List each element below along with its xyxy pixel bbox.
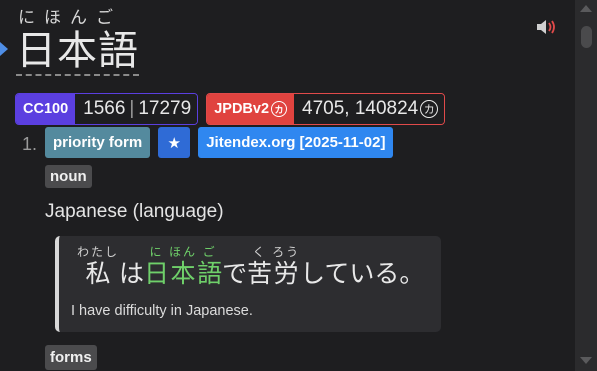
tag-priority-form[interactable]: priority form <box>45 127 151 158</box>
example-segment-reading <box>300 245 424 259</box>
circled-ka-icon: カ <box>271 101 288 117</box>
frequency-row: CC100 1566 | 17279 JPDBv2 カ 4705, 140824… <box>15 93 446 125</box>
frequency-value-primary: 4705, 140824 <box>302 98 419 119</box>
example-segment-reading <box>222 245 247 259</box>
example-segment: ろう労 <box>272 245 300 289</box>
example-segment-reading: ろう <box>272 245 301 259</box>
example-segment-text: 語 <box>197 259 223 288</box>
example-segment-reading: に <box>149 245 164 259</box>
headword-term[interactable]: 日本語 <box>16 28 139 76</box>
triangle-marker-icon <box>0 42 8 56</box>
example-segment-text: している。 <box>300 259 425 288</box>
definition-tags: priority form ★ Jitendex.org [2025-11-02… <box>45 127 394 158</box>
example-segment: は <box>119 245 144 289</box>
scroll-up-arrow-icon[interactable] <box>580 5 592 12</box>
headword-reading: にほんご <box>18 8 122 28</box>
example-segment-text: 労 <box>273 259 299 288</box>
definition-gloss: Japanese (language) <box>45 201 224 222</box>
audio-button[interactable] <box>535 17 561 37</box>
headword: にほんご 日本語 <box>16 8 139 76</box>
example-segment-text: は <box>119 259 145 288</box>
example-segment-reading: ご <box>202 245 217 259</box>
frequency-value-secondary: 17279 <box>138 98 192 119</box>
example-segment-reading: わたし <box>77 245 120 259</box>
example-segment-reading: く <box>252 245 267 259</box>
star-icon: ★ <box>167 134 181 152</box>
example-segment-text: で <box>222 259 248 288</box>
frequency-cc100[interactable]: CC100 1566 | 17279 <box>15 93 199 125</box>
frequency-separator: | <box>129 98 135 119</box>
tag-star[interactable]: ★ <box>158 127 191 158</box>
example-segment-highlight: ほん本 <box>169 245 197 289</box>
example-segment: している。 <box>300 245 424 289</box>
frequency-value: 1566 | 17279 <box>75 94 198 124</box>
frequency-jpdb[interactable]: JPDBv2 カ 4705, 140824 カ <box>206 93 446 125</box>
scrollbar-thumb[interactable] <box>581 26 592 48</box>
part-of-speech-tag[interactable]: noun <box>45 165 92 188</box>
tag-dictionary[interactable]: Jitendex.org [2025-11-02] <box>198 127 394 158</box>
speaker-volume-icon <box>537 20 555 34</box>
frequency-dictionary-label: JPDBv2 カ <box>207 94 295 124</box>
example-segment-text: 本 <box>170 259 196 288</box>
frequency-value: 4705, 140824 カ <box>294 94 445 124</box>
frequency-dictionary-label: CC100 <box>16 94 76 124</box>
example-segment: わたし私 <box>77 245 119 289</box>
example-segment-text: 私 <box>85 259 111 288</box>
dictionary-entry: にほんご 日本語 CC100 1566 | 17279 JPDBv2 カ 470… <box>0 0 575 371</box>
frequency-dictionary-name: JPDBv2 <box>214 101 270 117</box>
example-segment-text: 日 <box>144 259 170 288</box>
circled-ka-icon: カ <box>420 100 439 118</box>
example-segment-text: 苦 <box>247 259 273 288</box>
vertical-scrollbar[interactable] <box>575 0 597 371</box>
example-segment: く苦 <box>247 245 272 289</box>
example-segment: で <box>222 245 247 289</box>
example-japanese: わたし私はに日ほん本ご語でく苦ろう労している。 <box>77 245 424 289</box>
example-segment-reading: ほん <box>169 245 198 259</box>
definition-number: 1. <box>22 134 38 154</box>
forms-section-tag[interactable]: forms <box>45 345 97 370</box>
example-segment-highlight: に日 <box>144 245 169 289</box>
example-sentence-block: わたし私はに日ほん本ご語でく苦ろう労している。 I have difficult… <box>55 236 441 332</box>
example-segment-reading <box>119 245 144 259</box>
scroll-down-arrow-icon[interactable] <box>580 357 592 364</box>
example-segment-highlight: ご語 <box>197 245 222 289</box>
frequency-value-primary: 1566 <box>83 98 126 119</box>
example-translation: I have difficulty in Japanese. <box>71 303 253 319</box>
